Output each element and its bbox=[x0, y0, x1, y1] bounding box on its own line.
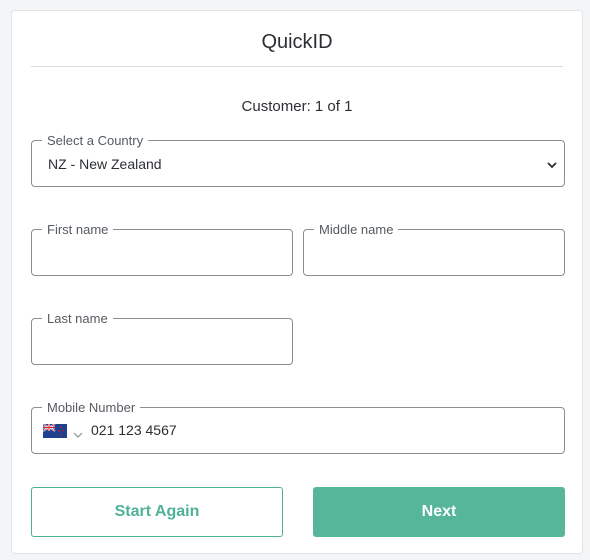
first-name-field[interactable]: First name bbox=[31, 223, 293, 276]
country-select[interactable]: Select a Country NZ - New Zealand bbox=[31, 134, 565, 187]
title-divider bbox=[31, 66, 563, 67]
last-name-label: Last name bbox=[47, 311, 108, 326]
mobile-number-input[interactable]: 021 123 4567 bbox=[91, 422, 177, 438]
middle-name-label: Middle name bbox=[319, 222, 394, 237]
middle-name-field[interactable]: Middle name bbox=[303, 223, 565, 276]
country-select-label: Select a Country bbox=[47, 133, 144, 148]
chevron-down-icon bbox=[546, 158, 558, 176]
nz-flag-icon[interactable] bbox=[42, 423, 67, 438]
quickid-card: QuickID Customer: 1 of 1 Select a Countr… bbox=[11, 10, 583, 554]
last-name-field[interactable]: Last name bbox=[31, 312, 293, 365]
start-again-button[interactable]: Start Again bbox=[31, 487, 283, 537]
country-select-value: NZ - New Zealand bbox=[48, 156, 162, 172]
page-title: QuickID bbox=[261, 31, 333, 53]
next-button[interactable]: Next bbox=[313, 487, 565, 537]
country-code-chevron-icon[interactable] bbox=[73, 426, 83, 444]
mobile-number-label: Mobile Number bbox=[47, 400, 136, 415]
mobile-number-field[interactable]: Mobile Number 021 123 4567 bbox=[31, 401, 565, 454]
first-name-label: First name bbox=[47, 222, 109, 237]
customer-counter: Customer: 1 of 1 bbox=[241, 98, 353, 115]
